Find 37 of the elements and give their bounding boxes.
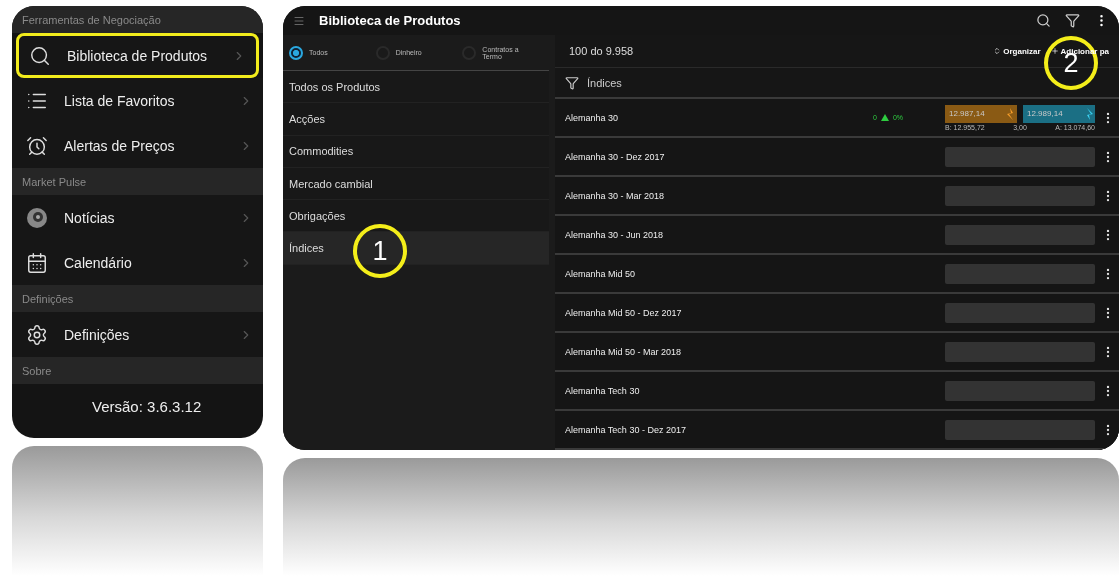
filter-icon[interactable]	[565, 75, 579, 90]
menu-item[interactable]: Biblioteca de Produtos	[16, 33, 259, 78]
calendar-icon	[26, 251, 48, 274]
product-name: Alemanha 30 - Mar 2018	[565, 190, 666, 201]
section-header: Ferramentas de Negociação	[12, 6, 263, 33]
section-header: Definições	[12, 285, 263, 312]
screen-title: Biblioteca de Produtos	[319, 13, 462, 28]
section-header: Sobre	[12, 357, 263, 384]
sort-icon	[993, 47, 1002, 55]
version-text: Versão: 3.6.3.12	[91, 397, 203, 415]
product-name: Alemanha 30	[565, 112, 620, 123]
down-arrow-icon	[1007, 107, 1015, 120]
menu-icon[interactable]	[293, 14, 305, 27]
search-icon	[29, 44, 51, 67]
alarm-clock-icon	[26, 134, 48, 157]
product-count: 100 do 9.958	[569, 45, 635, 57]
product-name: Alemanha Tech 30 - Dez 2017	[565, 424, 687, 435]
settings-icon	[26, 323, 48, 346]
product-name: Alemanha 30 - Jun 2018	[565, 229, 665, 240]
up-arrow-icon	[1085, 107, 1093, 120]
plus-icon	[1050, 47, 1059, 55]
buy-price[interactable]: 12.989,14	[1023, 104, 1095, 123]
callout-marker: 1	[353, 224, 407, 278]
sort-button[interactable]: Organizar	[993, 46, 1041, 56]
filter-icon[interactable]	[1065, 13, 1080, 28]
product-name: Alemanha Mid 50 - Mar 2018	[565, 346, 683, 357]
up-triangle-icon	[880, 114, 889, 121]
swirl-icon	[26, 206, 48, 229]
section-header: Market Pulse	[12, 168, 263, 195]
product-name: Alemanha Mid 50	[565, 268, 637, 279]
product-name: Alemanha Tech 30	[565, 385, 641, 396]
product-name: Alemanha 30 - Dez 2017	[565, 151, 666, 162]
filter-label: Índices	[587, 76, 622, 89]
search-icon[interactable]	[1036, 13, 1051, 28]
radio-dot[interactable]	[289, 45, 303, 60]
sell-price[interactable]: 12.987,14	[945, 104, 1017, 123]
product-name: Alemanha Mid 50 - Dez 2017	[565, 307, 683, 318]
